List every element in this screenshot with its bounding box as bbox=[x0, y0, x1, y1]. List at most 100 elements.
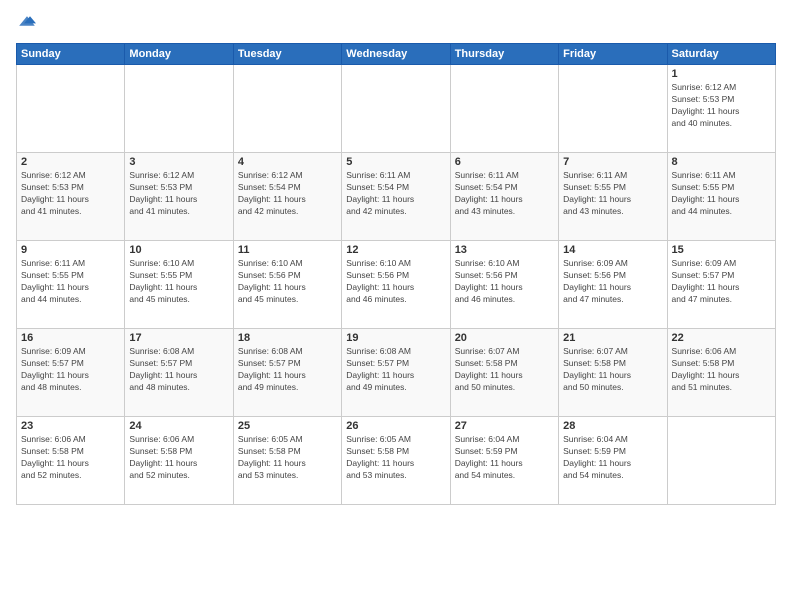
week-row-2: 9 Sunrise: 6:11 AM Sunset: 5:55 PM Daylig… bbox=[17, 241, 776, 329]
logo-icon bbox=[18, 12, 36, 30]
day-info: Sunrise: 6:10 AM Sunset: 5:56 PM Dayligh… bbox=[346, 258, 445, 306]
day-number: 28 bbox=[563, 420, 662, 432]
calendar-cell bbox=[125, 65, 233, 153]
calendar-cell: 12 Sunrise: 6:10 AM Sunset: 5:56 PM Dayli… bbox=[342, 241, 450, 329]
day-info: Sunrise: 6:08 AM Sunset: 5:57 PM Dayligh… bbox=[129, 346, 228, 394]
week-row-0: 1 Sunrise: 6:12 AM Sunset: 5:53 PM Daylig… bbox=[17, 65, 776, 153]
day-number: 2 bbox=[21, 156, 120, 168]
calendar-cell: 15Sunrise: 6:09 AM Sunset: 5:57 PM Dayli… bbox=[667, 241, 775, 329]
day-info: Sunrise: 6:11 AM Sunset: 5:55 PM Dayligh… bbox=[672, 170, 771, 218]
calendar-cell: 18 Sunrise: 6:08 AM Sunset: 5:57 PM Dayli… bbox=[233, 329, 341, 417]
weekday-header-sunday: Sunday bbox=[17, 44, 125, 65]
day-number: 19 bbox=[346, 332, 445, 344]
day-info: Sunrise: 6:09 AM Sunset: 5:57 PM Dayligh… bbox=[21, 346, 120, 394]
weekday-header-saturday: Saturday bbox=[667, 44, 775, 65]
calendar-cell: 27 Sunrise: 6:04 AM Sunset: 5:59 PM Dayli… bbox=[450, 417, 558, 505]
day-number: 18 bbox=[238, 332, 337, 344]
day-number: 20 bbox=[455, 332, 554, 344]
day-info: Sunrise: 6:08 AM Sunset: 5:57 PM Dayligh… bbox=[238, 346, 337, 394]
calendar-cell: 9 Sunrise: 6:11 AM Sunset: 5:55 PM Daylig… bbox=[17, 241, 125, 329]
day-number: 4 bbox=[238, 156, 337, 168]
weekday-header-friday: Friday bbox=[559, 44, 667, 65]
calendar-cell: 7 Sunrise: 6:11 AM Sunset: 5:55 PM Daylig… bbox=[559, 153, 667, 241]
calendar-cell: 5 Sunrise: 6:11 AM Sunset: 5:54 PM Daylig… bbox=[342, 153, 450, 241]
calendar-cell: 19 Sunrise: 6:08 AM Sunset: 5:57 PM Dayli… bbox=[342, 329, 450, 417]
day-number: 22 bbox=[672, 332, 771, 344]
calendar-cell bbox=[559, 65, 667, 153]
weekday-header-thursday: Thursday bbox=[450, 44, 558, 65]
calendar-cell bbox=[450, 65, 558, 153]
weekday-header-monday: Monday bbox=[125, 44, 233, 65]
day-info: Sunrise: 6:04 AM Sunset: 5:59 PM Dayligh… bbox=[455, 434, 554, 482]
day-number: 7 bbox=[563, 156, 662, 168]
day-number: 6 bbox=[455, 156, 554, 168]
day-info: Sunrise: 6:06 AM Sunset: 5:58 PM Dayligh… bbox=[129, 434, 228, 482]
calendar-cell: 13 Sunrise: 6:10 AM Sunset: 5:56 PM Dayli… bbox=[450, 241, 558, 329]
calendar-cell: 14Sunrise: 6:09 AM Sunset: 5:56 PM Dayli… bbox=[559, 241, 667, 329]
day-info: Sunrise: 6:05 AM Sunset: 5:58 PM Dayligh… bbox=[238, 434, 337, 482]
day-info: Sunrise: 6:07 AM Sunset: 5:58 PM Dayligh… bbox=[563, 346, 662, 394]
calendar: SundayMondayTuesdayWednesdayThursdayFrid… bbox=[16, 43, 776, 505]
day-info: Sunrise: 6:12 AM Sunset: 5:54 PM Dayligh… bbox=[238, 170, 337, 218]
calendar-cell bbox=[17, 65, 125, 153]
day-number: 24 bbox=[129, 420, 228, 432]
week-row-3: 16 Sunrise: 6:09 AM Sunset: 5:57 PM Dayli… bbox=[17, 329, 776, 417]
calendar-cell: 26 Sunrise: 6:05 AM Sunset: 5:58 PM Dayli… bbox=[342, 417, 450, 505]
weekday-row: SundayMondayTuesdayWednesdayThursdayFrid… bbox=[17, 44, 776, 65]
day-info: Sunrise: 6:04 AM Sunset: 5:59 PM Dayligh… bbox=[563, 434, 662, 482]
day-number: 10 bbox=[129, 244, 228, 256]
day-number: 12 bbox=[346, 244, 445, 256]
calendar-cell: 21Sunrise: 6:07 AM Sunset: 5:58 PM Dayli… bbox=[559, 329, 667, 417]
calendar-cell: 24 Sunrise: 6:06 AM Sunset: 5:58 PM Dayli… bbox=[125, 417, 233, 505]
day-info: Sunrise: 6:10 AM Sunset: 5:56 PM Dayligh… bbox=[238, 258, 337, 306]
calendar-header: SundayMondayTuesdayWednesdayThursdayFrid… bbox=[17, 44, 776, 65]
day-number: 11 bbox=[238, 244, 337, 256]
page: SundayMondayTuesdayWednesdayThursdayFrid… bbox=[0, 0, 792, 612]
day-number: 3 bbox=[129, 156, 228, 168]
day-info: Sunrise: 6:05 AM Sunset: 5:58 PM Dayligh… bbox=[346, 434, 445, 482]
day-number: 27 bbox=[455, 420, 554, 432]
weekday-header-wednesday: Wednesday bbox=[342, 44, 450, 65]
calendar-body: 1 Sunrise: 6:12 AM Sunset: 5:53 PM Daylig… bbox=[17, 65, 776, 505]
day-number: 26 bbox=[346, 420, 445, 432]
calendar-cell bbox=[342, 65, 450, 153]
weekday-header-tuesday: Tuesday bbox=[233, 44, 341, 65]
day-number: 1 bbox=[672, 68, 771, 80]
day-info: Sunrise: 6:11 AM Sunset: 5:55 PM Dayligh… bbox=[563, 170, 662, 218]
calendar-cell bbox=[667, 417, 775, 505]
day-info: Sunrise: 6:10 AM Sunset: 5:56 PM Dayligh… bbox=[455, 258, 554, 306]
calendar-cell bbox=[233, 65, 341, 153]
day-number: 8 bbox=[672, 156, 771, 168]
calendar-cell: 2 Sunrise: 6:12 AM Sunset: 5:53 PM Daylig… bbox=[17, 153, 125, 241]
calendar-cell: 4 Sunrise: 6:12 AM Sunset: 5:54 PM Daylig… bbox=[233, 153, 341, 241]
day-info: Sunrise: 6:11 AM Sunset: 5:54 PM Dayligh… bbox=[346, 170, 445, 218]
calendar-cell: 8 Sunrise: 6:11 AM Sunset: 5:55 PM Daylig… bbox=[667, 153, 775, 241]
day-number: 5 bbox=[346, 156, 445, 168]
day-info: Sunrise: 6:08 AM Sunset: 5:57 PM Dayligh… bbox=[346, 346, 445, 394]
day-info: Sunrise: 6:11 AM Sunset: 5:55 PM Dayligh… bbox=[21, 258, 120, 306]
calendar-cell: 17 Sunrise: 6:08 AM Sunset: 5:57 PM Dayli… bbox=[125, 329, 233, 417]
calendar-cell: 11 Sunrise: 6:10 AM Sunset: 5:56 PM Dayli… bbox=[233, 241, 341, 329]
day-number: 17 bbox=[129, 332, 228, 344]
calendar-cell: 25 Sunrise: 6:05 AM Sunset: 5:58 PM Dayli… bbox=[233, 417, 341, 505]
week-row-4: 23 Sunrise: 6:06 AM Sunset: 5:58 PM Dayli… bbox=[17, 417, 776, 505]
day-info: Sunrise: 6:07 AM Sunset: 5:58 PM Dayligh… bbox=[455, 346, 554, 394]
calendar-cell: 10Sunrise: 6:10 AM Sunset: 5:55 PM Dayli… bbox=[125, 241, 233, 329]
day-info: Sunrise: 6:12 AM Sunset: 5:53 PM Dayligh… bbox=[672, 82, 771, 130]
day-info: Sunrise: 6:06 AM Sunset: 5:58 PM Dayligh… bbox=[672, 346, 771, 394]
day-number: 16 bbox=[21, 332, 120, 344]
calendar-cell: 20 Sunrise: 6:07 AM Sunset: 5:58 PM Dayli… bbox=[450, 329, 558, 417]
header bbox=[16, 12, 776, 35]
day-number: 25 bbox=[238, 420, 337, 432]
calendar-cell: 6Sunrise: 6:11 AM Sunset: 5:54 PM Daylig… bbox=[450, 153, 558, 241]
day-info: Sunrise: 6:09 AM Sunset: 5:56 PM Dayligh… bbox=[563, 258, 662, 306]
day-number: 13 bbox=[455, 244, 554, 256]
day-info: Sunrise: 6:12 AM Sunset: 5:53 PM Dayligh… bbox=[21, 170, 120, 218]
day-info: Sunrise: 6:09 AM Sunset: 5:57 PM Dayligh… bbox=[672, 258, 771, 306]
calendar-cell: 3Sunrise: 6:12 AM Sunset: 5:53 PM Daylig… bbox=[125, 153, 233, 241]
calendar-cell: 1 Sunrise: 6:12 AM Sunset: 5:53 PM Daylig… bbox=[667, 65, 775, 153]
day-number: 9 bbox=[21, 244, 120, 256]
day-number: 23 bbox=[21, 420, 120, 432]
calendar-cell: 23Sunrise: 6:06 AM Sunset: 5:58 PM Dayli… bbox=[17, 417, 125, 505]
week-row-1: 2 Sunrise: 6:12 AM Sunset: 5:53 PM Daylig… bbox=[17, 153, 776, 241]
